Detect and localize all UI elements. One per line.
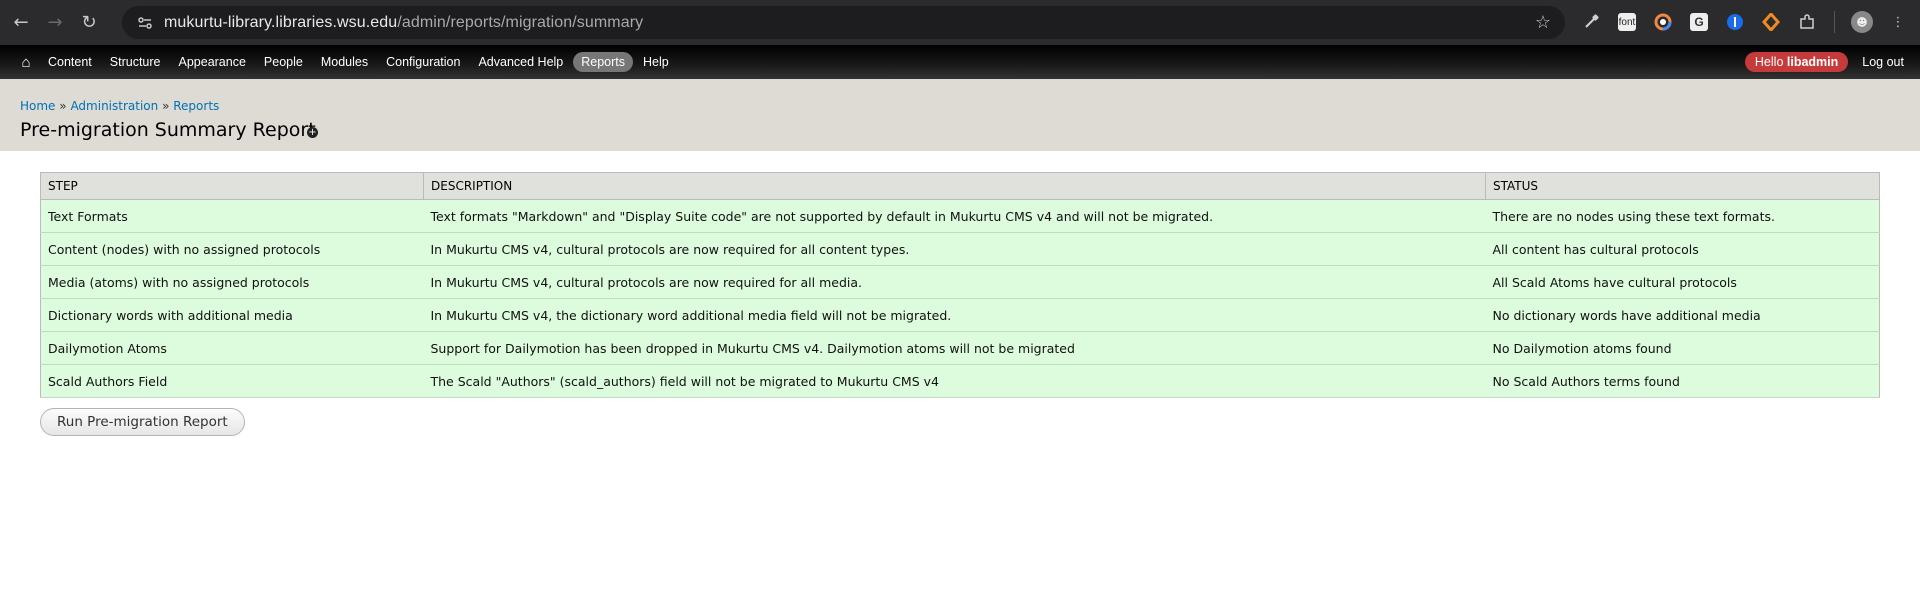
orange-ext-icon[interactable] bbox=[1758, 9, 1784, 35]
menu-item-structure[interactable]: Structure bbox=[102, 52, 169, 72]
url-host: mukurtu-library.libraries.wsu.edu bbox=[164, 13, 398, 31]
breadcrumb-reports[interactable]: Reports bbox=[173, 99, 219, 113]
g-ext-icon[interactable]: G bbox=[1686, 9, 1712, 35]
cell-status: No dictionary words have additional medi… bbox=[1485, 298, 1880, 332]
extensions-bar: font G ☻ ⋮ bbox=[1578, 9, 1911, 35]
breadcrumb-separator: » bbox=[59, 99, 67, 113]
forward-arrow-icon[interactable]: → bbox=[38, 6, 72, 40]
table-row: Dailymotion Atoms Support for Dailymotio… bbox=[40, 331, 1880, 365]
table-row: Media (atoms) with no assigned protocols… bbox=[40, 265, 1880, 299]
user-area: Hello libadmin Log out bbox=[1744, 52, 1904, 72]
font-ext-label: font bbox=[1618, 13, 1636, 31]
column-header-status: STATUS bbox=[1485, 172, 1880, 200]
url-path: /admin/reports/migration/summary bbox=[397, 13, 644, 31]
g-ext-label: G bbox=[1690, 13, 1708, 31]
menu-item-advanced-help[interactable]: Advanced Help bbox=[470, 52, 571, 72]
page-title: Pre-migration Summary Report bbox=[20, 119, 316, 141]
password-ext-icon[interactable] bbox=[1722, 9, 1748, 35]
cell-status: No Scald Authors terms found bbox=[1485, 364, 1880, 398]
cell-description: Text formats "Markdown" and "Display Sui… bbox=[423, 199, 1486, 233]
hello-user-badge[interactable]: Hello libadmin bbox=[1744, 52, 1849, 72]
cell-status: All Scald Atoms have cultural protocols bbox=[1485, 265, 1880, 299]
cell-step: Dictionary words with additional media bbox=[40, 298, 424, 332]
breadcrumb-separator: » bbox=[162, 99, 170, 113]
cell-description: Support for Dailymotion has been dropped… bbox=[423, 331, 1486, 365]
cell-step: Media (atoms) with no assigned protocols bbox=[40, 265, 424, 299]
logout-link[interactable]: Log out bbox=[1862, 55, 1904, 69]
summary-table-container: STEP DESCRIPTION STATUS Text Formats Tex… bbox=[40, 172, 1880, 398]
summary-table: STEP DESCRIPTION STATUS Text Formats Tex… bbox=[40, 172, 1880, 398]
toolbar-divider bbox=[1834, 11, 1835, 33]
cell-step: Dailymotion Atoms bbox=[40, 331, 424, 365]
color-ext-icon[interactable] bbox=[1650, 9, 1676, 35]
table-row: Dictionary words with additional media I… bbox=[40, 298, 1880, 332]
run-pre-migration-report-button[interactable]: Run Pre-migration Report bbox=[40, 408, 245, 436]
cell-status: No Dailymotion atoms found bbox=[1485, 331, 1880, 365]
cell-status: All content has cultural protocols bbox=[1485, 232, 1880, 266]
admin-menu-bar: ⌂ Content Structure Appearance People Mo… bbox=[0, 45, 1920, 79]
cell-step: Text Formats bbox=[40, 199, 424, 233]
cell-step: Scald Authors Field bbox=[40, 364, 424, 398]
cell-description: In Mukurtu CMS v4, the dictionary word a… bbox=[423, 298, 1486, 332]
browser-toolbar: ← → ↻ mukurtu-library.libraries.wsu.edu/… bbox=[0, 0, 1920, 45]
url-text: mukurtu-library.libraries.wsu.edu/admin/… bbox=[164, 14, 643, 32]
menu-item-reports[interactable]: Reports bbox=[573, 52, 634, 72]
table-row: Scald Authors Field The Scald "Authors" … bbox=[40, 364, 1880, 398]
profile-avatar-icon[interactable]: ☻ bbox=[1849, 9, 1875, 35]
cell-step: Content (nodes) with no assigned protoco… bbox=[40, 232, 424, 266]
eyedropper-icon[interactable] bbox=[1578, 9, 1604, 35]
reload-icon[interactable]: ↻ bbox=[72, 6, 106, 40]
hello-prefix: Hello bbox=[1754, 55, 1787, 69]
table-row: Content (nodes) with no assigned protoco… bbox=[40, 232, 1880, 266]
table-header-row: STEP DESCRIPTION STATUS bbox=[40, 172, 1880, 200]
menu-item-appearance[interactable]: Appearance bbox=[171, 52, 254, 72]
cell-description: The Scald "Authors" (scald_authors) fiel… bbox=[423, 364, 1486, 398]
column-header-description: DESCRIPTION bbox=[423, 172, 1486, 200]
cell-status: There are no nodes using these text form… bbox=[1485, 199, 1880, 233]
home-icon[interactable]: ⌂ bbox=[12, 54, 40, 71]
puzzle-icon[interactable] bbox=[1794, 9, 1820, 35]
font-ext-icon[interactable]: font bbox=[1614, 9, 1640, 35]
bookmark-star-icon[interactable]: ☆ bbox=[1535, 12, 1551, 33]
menu-item-configuration[interactable]: Configuration bbox=[378, 52, 468, 72]
avatar: ☻ bbox=[1851, 11, 1873, 33]
cell-description: In Mukurtu CMS v4, cultural protocols ar… bbox=[423, 232, 1486, 266]
menu-item-modules[interactable]: Modules bbox=[313, 52, 376, 72]
add-shortcut-icon[interactable]: + bbox=[307, 127, 318, 138]
back-arrow-icon[interactable]: ← bbox=[4, 6, 38, 40]
column-header-step: STEP bbox=[40, 172, 424, 200]
menu-item-help[interactable]: Help bbox=[635, 52, 677, 72]
username: libadmin bbox=[1786, 55, 1839, 69]
site-info-icon[interactable] bbox=[130, 16, 160, 30]
breadcrumb: Home » Administration » Reports bbox=[20, 99, 219, 113]
breadcrumb-home[interactable]: Home bbox=[20, 99, 55, 113]
kebab-menu-icon[interactable]: ⋮ bbox=[1885, 9, 1911, 35]
menu-item-people[interactable]: People bbox=[256, 52, 311, 72]
address-bar[interactable]: mukurtu-library.libraries.wsu.edu/admin/… bbox=[122, 6, 1565, 39]
cell-description: In Mukurtu CMS v4, cultural protocols ar… bbox=[423, 265, 1486, 299]
breadcrumb-administration[interactable]: Administration bbox=[70, 99, 158, 113]
page-header: Home » Administration » Reports Pre-migr… bbox=[0, 79, 1920, 151]
table-row: Text Formats Text formats "Markdown" and… bbox=[40, 199, 1880, 233]
menu-item-content[interactable]: Content bbox=[40, 52, 100, 72]
